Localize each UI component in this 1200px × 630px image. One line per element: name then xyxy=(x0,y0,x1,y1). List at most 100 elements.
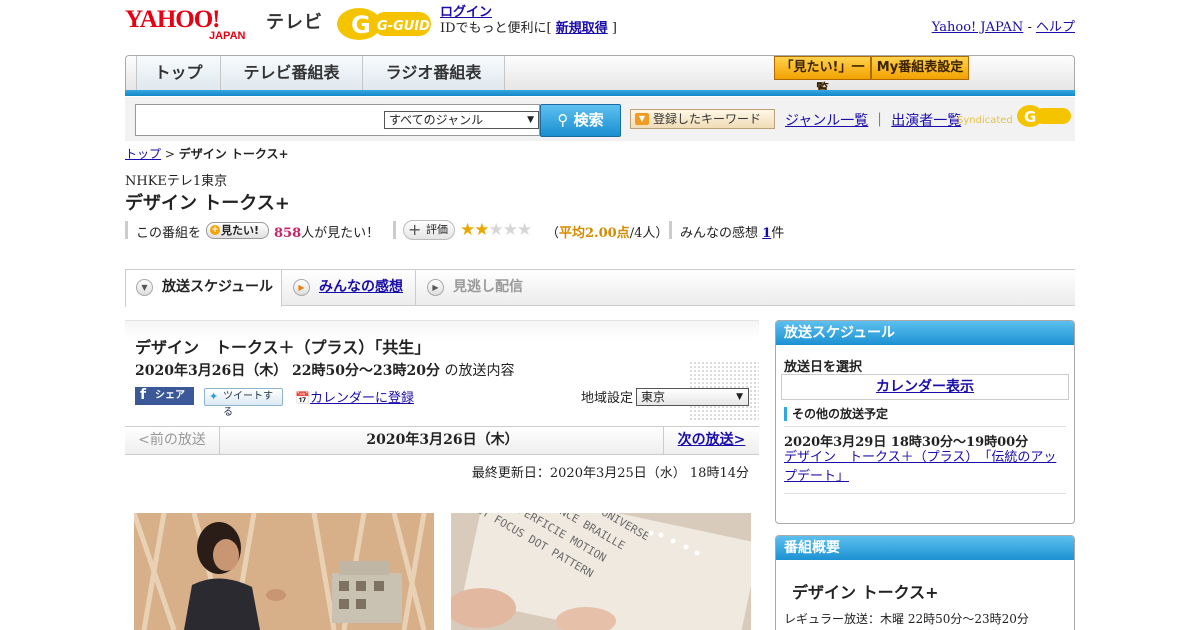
episode-datetime-value: 2020年3月26日（木） 22時50分～23時20分 xyxy=(135,363,440,379)
chevron-down-icon: ▼ xyxy=(736,392,743,402)
tab-schedule-label: 放送スケジュール xyxy=(162,279,274,295)
tab-missed-streaming-label: 見逃し配信 xyxy=(453,279,523,295)
yahoo-logo-text: YAHOO! xyxy=(125,6,219,33)
search-bar: すべてのジャンル ▼ ⚲ 検索 ▼ 登録したキーワード ジャンル一覧 ｜ 出演者… xyxy=(125,97,1075,141)
rate-button[interactable]: + 評価 xyxy=(403,220,455,240)
facebook-icon: f xyxy=(140,387,147,403)
genre-select[interactable]: すべてのジャンル ▼ xyxy=(384,111,539,129)
help-link[interactable]: ヘルプ xyxy=(1036,20,1075,35)
impressions-count-link[interactable]: 1 xyxy=(762,226,771,241)
star-filled-icon: ★ xyxy=(474,220,489,240)
other-broadcast-link[interactable]: デザイン トークス＋（プラス） 「伝統のアップデート」 xyxy=(784,450,1056,484)
impressions-label: みんなの感想 xyxy=(680,226,763,241)
triangle-down-icon: ▼ xyxy=(635,113,649,125)
other-broadcast-item: デザイン トークス＋（プラス） 「伝統のアップデート」 xyxy=(784,448,1069,486)
mitai-prefix: この番組を xyxy=(136,226,202,241)
rating-divider xyxy=(669,221,672,239)
login-link[interactable]: ログイン xyxy=(440,5,492,20)
divider xyxy=(784,493,1066,494)
registered-keyword-button[interactable]: ▼ 登録したキーワード xyxy=(630,109,775,129)
tab-impressions[interactable]: ▶ みんなの感想 xyxy=(283,270,416,306)
top-links: Yahoo! JAPAN - ヘルプ xyxy=(932,16,1075,35)
mitai-suffix: 人が見たい！ xyxy=(301,226,380,241)
breadcrumb-top-link[interactable]: トップ xyxy=(125,147,161,161)
login-area: ログイン IDでもっと便利に[ 新規取得 ] xyxy=(440,5,617,37)
breadcrumb-sep: > xyxy=(161,147,179,161)
star-empty-icon: ★ xyxy=(488,220,504,240)
next-broadcast-link[interactable]: 次の放送> xyxy=(678,432,746,448)
star-rating: ★★★★★ xyxy=(460,220,532,240)
calendar-register: 📅カレンダーに登録 xyxy=(295,387,414,406)
id-text: IDでもっと便利に[ xyxy=(440,21,556,36)
next-broadcast-cell: 次の放送> xyxy=(663,427,759,454)
facebook-share-button[interactable]: f シェア xyxy=(135,387,194,405)
search-button[interactable]: ⚲ 検索 xyxy=(540,104,621,137)
content-tabs: ▼ 放送スケジュール ▶ みんなの感想 ▶ 見逃し配信 xyxy=(125,269,1075,307)
genre-list-link[interactable]: ジャンル一覧 xyxy=(785,113,868,129)
rating-row: この番組を + 見たい! 858人が見たい！ + 評価 ★★★★★ （平均2.0… xyxy=(125,220,1075,242)
prev-broadcast: <前の放送 xyxy=(125,427,220,454)
chevron-down-icon: ▼ xyxy=(527,115,534,125)
star-empty-icon: ★ xyxy=(517,220,532,240)
genre-select-value: すべてのジャンル xyxy=(389,113,484,127)
tv-logo-text: テレビ xyxy=(266,12,323,33)
breadcrumb: トップ > デザイン トークス+ xyxy=(125,145,289,162)
calendar-view-cell: カレンダー表示 xyxy=(781,374,1069,400)
tab-schedule[interactable]: ▼ 放送スケジュール xyxy=(125,270,282,307)
japan-logo-text: JAPAN xyxy=(209,30,246,41)
rating-avg: 平均2.00点 xyxy=(559,226,630,241)
channel-name: NHKEテレ1東京 xyxy=(125,174,228,189)
calendar-register-link[interactable]: カレンダーに登録 xyxy=(310,391,414,406)
share-label: シェア xyxy=(155,390,185,401)
rating-people: /4人） xyxy=(629,226,669,241)
nav-blue-bar xyxy=(125,90,1075,96)
signup-link[interactable]: 新規取得 xyxy=(556,21,608,36)
episode-title: デザイン トークス＋（プラス）「共生」 xyxy=(135,338,431,357)
svg-text:G: G xyxy=(351,11,371,39)
broadcast-pager: <前の放送 2020年3月26日（木） 次の放送> xyxy=(125,426,759,455)
region-select[interactable]: 東京 ▼ xyxy=(636,388,749,406)
main-nav: トップ テレビ番組表 ラジオ番組表 「見たい!」一覧 My番組表設定 xyxy=(125,55,1075,97)
plus-icon: + xyxy=(408,220,422,239)
episode-image-1 xyxy=(134,513,434,630)
syndicated-text: Syndicated xyxy=(957,115,1013,126)
yahoo-japan-logo[interactable]: YAHOO! JAPAN xyxy=(125,5,263,42)
nav-tab-radio-schedule[interactable]: ラジオ番組表 xyxy=(363,56,505,90)
gguide-logo: G G-GUIDE xyxy=(335,6,439,42)
mitai-button[interactable]: + 見たい! xyxy=(206,222,269,239)
summary-panel-header: 番組概要 xyxy=(776,536,1074,560)
schedule-panel-header: 放送スケジュール xyxy=(776,321,1074,345)
region-label: 地域設定 xyxy=(581,391,634,406)
search-links-divider: ｜ xyxy=(872,113,887,129)
tweet-button[interactable]: ✦ ツイートする xyxy=(204,388,283,418)
performer-list-link[interactable]: 出演者一覧 xyxy=(891,113,961,129)
top-links-sep: - xyxy=(1023,20,1036,35)
search-icon: ⚲ xyxy=(557,111,569,129)
mitai-list-button[interactable]: 「見たい!」一覧 xyxy=(774,56,871,97)
tab-missed-streaming: ▶ 見逃し配信 xyxy=(417,270,557,306)
star-filled-icon: ★ xyxy=(460,220,475,240)
episode-box: デザイン トークス＋（プラス）「共生」 2020年3月26日（木） 22時50分… xyxy=(125,320,759,421)
calendar-view-link[interactable]: カレンダー表示 xyxy=(876,379,974,395)
rating-open: （ xyxy=(546,226,560,241)
rate-button-label: 評価 xyxy=(426,223,448,236)
select-date-label: 放送日を選択 xyxy=(784,360,863,375)
mitai-button-label: 見たい! xyxy=(221,224,260,237)
regular-broadcast: レギュラー放送：木曜 22時50分～23時20分 xyxy=(784,612,1029,626)
last-updated: 最終更新日：2020年3月25日（水） 18時14分 xyxy=(471,466,749,481)
nav-tab-tv-schedule[interactable]: テレビ番組表 xyxy=(221,56,363,90)
nav-tab-top[interactable]: トップ xyxy=(136,56,221,90)
registered-keyword-label: 登録したキーワード xyxy=(653,112,762,126)
plus-icon: + xyxy=(210,225,220,235)
play-icon: ▶ xyxy=(427,279,444,296)
search-links: ジャンル一覧 ｜ 出演者一覧 xyxy=(785,110,961,130)
rating-divider xyxy=(393,221,396,239)
summary-title: デザイン トークス+ xyxy=(792,583,939,602)
calendar-add-icon: 📅 xyxy=(295,391,310,405)
schedule-panel: 放送スケジュール 放送日を選択 カレンダー表示 その他の放送予定 2020年3月… xyxy=(775,320,1075,524)
region-select-value: 東京 xyxy=(641,390,666,404)
tab-impressions-label[interactable]: みんなの感想 xyxy=(319,279,403,295)
pager-date: 2020年3月26日（木） xyxy=(366,432,519,448)
yahoo-japan-link[interactable]: Yahoo! JAPAN xyxy=(932,20,1024,35)
my-schedule-button[interactable]: My番組表設定 xyxy=(871,56,969,80)
